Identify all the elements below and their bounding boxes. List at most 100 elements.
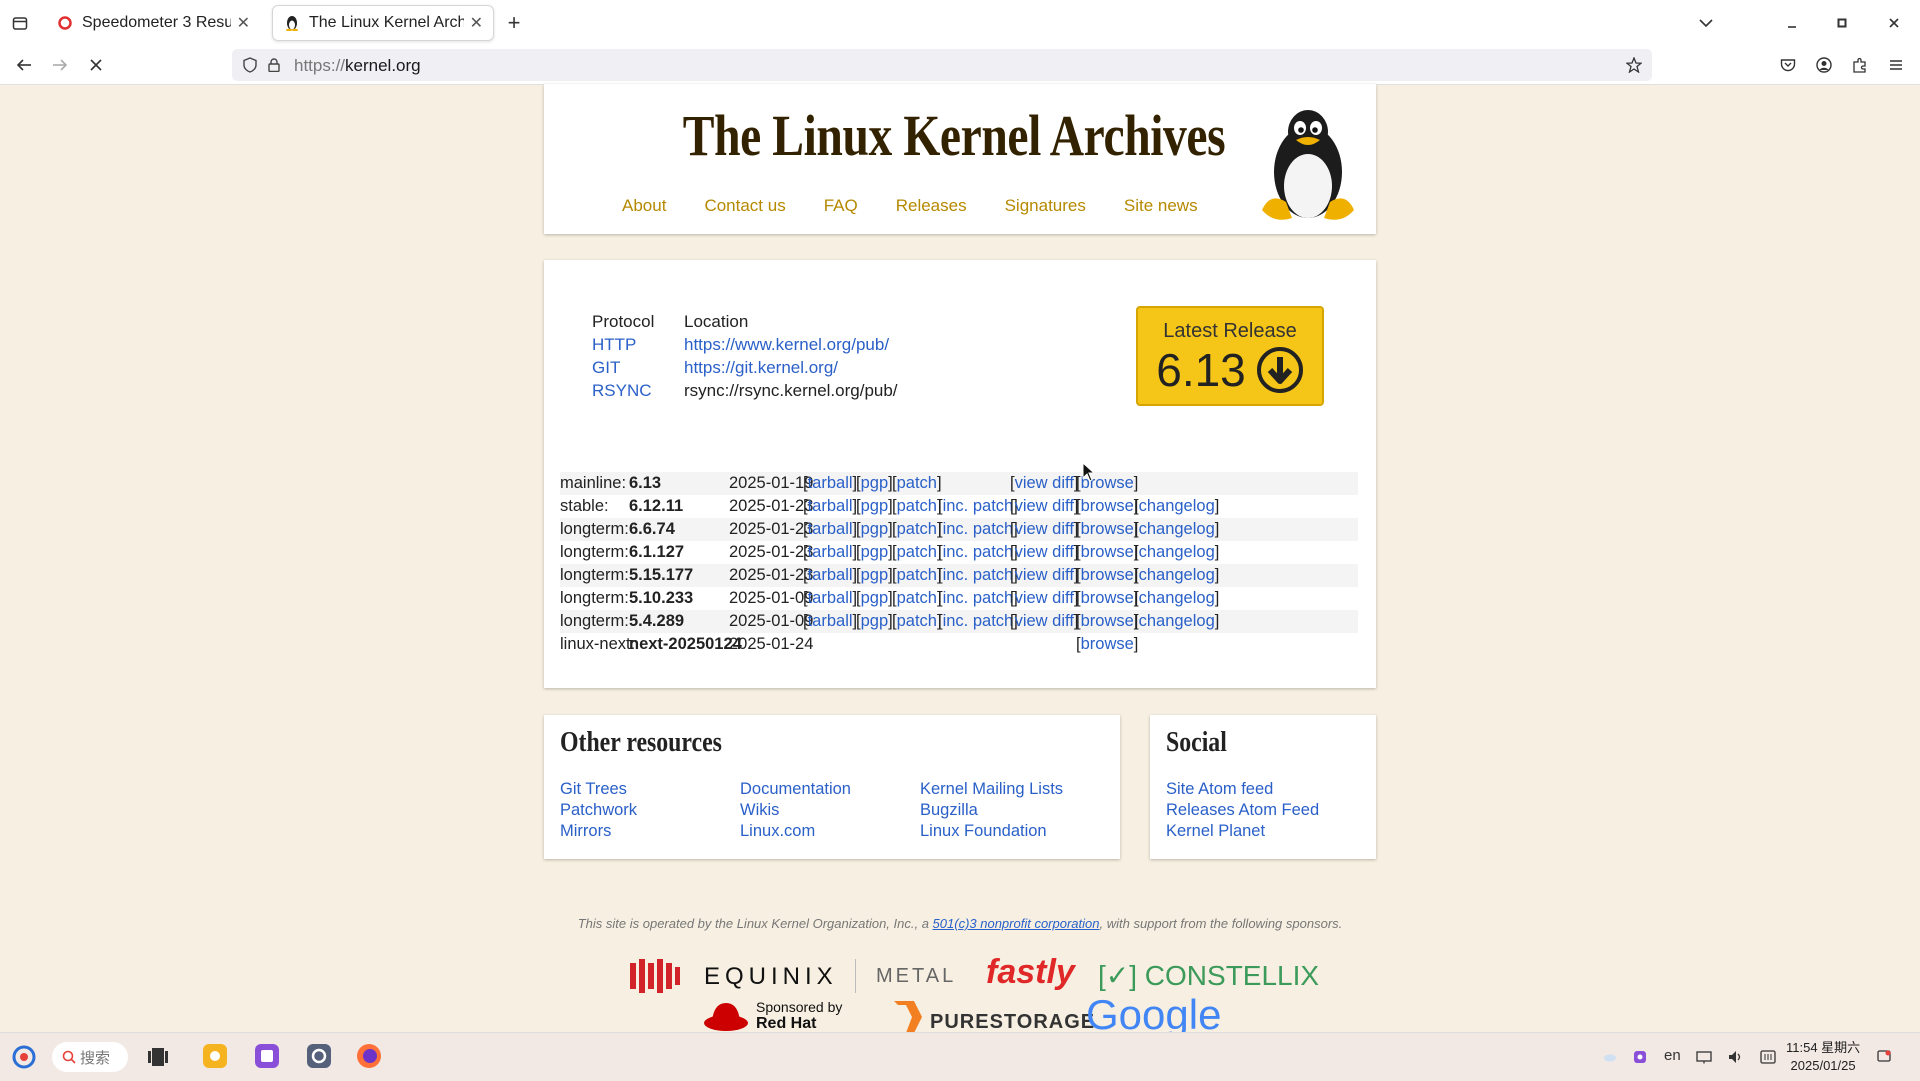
menu-about[interactable]: About	[622, 196, 666, 216]
release-link-changelog[interactable]: changelog	[1139, 520, 1215, 538]
close-tab-icon[interactable]: ✕	[237, 13, 250, 33]
link-bugzilla[interactable]: Bugzilla	[920, 800, 1063, 821]
sponsor-constellix[interactable]: [✓] CONSTELLIX	[1098, 959, 1319, 992]
release-link-changelog[interactable]: changelog	[1139, 497, 1215, 515]
sponsor-metal[interactable]: METAL	[876, 965, 956, 988]
maximize-icon[interactable]	[1830, 11, 1854, 35]
app-icon-1[interactable]	[200, 1041, 230, 1071]
protocol-rsync[interactable]: RSYNC	[592, 381, 684, 401]
release-link-patch[interactable]: patch	[897, 520, 937, 538]
close-window-icon[interactable]	[1882, 11, 1906, 35]
release-link-browse[interactable]: browse	[1081, 612, 1134, 630]
release-link-pgp[interactable]: pgp	[861, 520, 889, 538]
release-link-patch[interactable]: patch	[897, 589, 937, 607]
release-link-view-diff[interactable]: view diff	[1015, 520, 1074, 538]
release-link-browse[interactable]: browse	[1081, 543, 1134, 561]
weather-tray-icon[interactable]	[1600, 1047, 1620, 1067]
release-link-view-diff[interactable]: view diff	[1015, 612, 1074, 630]
tracking-shield-icon[interactable]	[240, 55, 260, 75]
stop-loading-icon[interactable]	[84, 53, 108, 77]
extensions-icon[interactable]	[1848, 53, 1872, 77]
multitask-view-icon[interactable]	[144, 1043, 172, 1071]
release-link-view-diff[interactable]: view diff	[1015, 589, 1074, 607]
release-link-pgp[interactable]: pgp	[861, 566, 889, 584]
release-link-tarball[interactable]: tarball	[808, 612, 853, 630]
release-link-changelog[interactable]: changelog	[1139, 566, 1215, 584]
account-icon[interactable]	[1812, 53, 1836, 77]
release-link-browse[interactable]: browse	[1081, 635, 1134, 653]
release-link-tarball[interactable]: tarball	[808, 474, 853, 492]
minimize-icon[interactable]	[1780, 11, 1804, 35]
bookmark-star-icon[interactable]	[1624, 55, 1644, 75]
release-link-browse[interactable]: browse	[1081, 497, 1134, 515]
release-link-view-diff[interactable]: view diff	[1015, 474, 1074, 492]
link-releases-atom-feed[interactable]: Releases Atom Feed	[1166, 800, 1319, 821]
tab-list-icon[interactable]	[8, 11, 32, 35]
input-language[interactable]: en	[1664, 1047, 1681, 1064]
release-link-view-diff[interactable]: view diff	[1015, 543, 1074, 561]
new-tab-icon[interactable]: +	[502, 10, 526, 35]
release-link-tarball[interactable]: tarball	[808, 543, 853, 561]
link-patchwork[interactable]: Patchwork	[560, 800, 637, 821]
release-link-inc-patch[interactable]: inc. patch	[943, 520, 1014, 538]
release-link-changelog[interactable]: changelog	[1139, 589, 1215, 607]
release-link-browse[interactable]: browse	[1081, 520, 1134, 538]
link-linux-com[interactable]: Linux.com	[740, 821, 851, 842]
list-all-tabs-icon[interactable]	[1694, 11, 1718, 35]
release-link-pgp[interactable]: pgp	[861, 612, 889, 630]
menu-contact[interactable]: Contact us	[704, 196, 785, 216]
link-linux-foundation[interactable]: Linux Foundation	[920, 821, 1063, 842]
volume-icon[interactable]	[1726, 1047, 1746, 1067]
release-link-changelog[interactable]: changelog	[1139, 543, 1215, 561]
menu-faq[interactable]: FAQ	[824, 196, 858, 216]
location-http[interactable]: https://www.kernel.org/pub/	[684, 335, 889, 355]
app-icon-2[interactable]	[252, 1041, 282, 1071]
close-tab-icon[interactable]: ✕	[470, 13, 483, 33]
release-link-patch[interactable]: patch	[897, 474, 937, 492]
start-menu-icon[interactable]	[10, 1043, 38, 1071]
sponsor-redhat[interactable]: Red Hat	[756, 1015, 816, 1033]
taskbar-clock[interactable]: 11:54 星期六 2025/01/25	[1786, 1039, 1860, 1075]
link-wikis[interactable]: Wikis	[740, 800, 851, 821]
release-link-tarball[interactable]: tarball	[808, 520, 853, 538]
sponsor-equinix[interactable]: EQUINIX	[704, 963, 838, 991]
screen-recorder-icon[interactable]	[1630, 1047, 1650, 1067]
release-link-patch[interactable]: patch	[897, 543, 937, 561]
release-link-browse[interactable]: browse	[1081, 566, 1134, 584]
network-icon[interactable]	[1694, 1047, 1714, 1067]
release-link-tarball[interactable]: tarball	[808, 589, 853, 607]
pocket-icon[interactable]	[1776, 53, 1800, 77]
firefox-icon[interactable]	[354, 1041, 384, 1071]
release-link-pgp[interactable]: pgp	[861, 474, 889, 492]
notification-icon[interactable]	[1874, 1047, 1894, 1067]
release-link-view-diff[interactable]: view diff	[1015, 497, 1074, 515]
settings-icon[interactable]	[304, 1041, 334, 1071]
link-git-trees[interactable]: Git Trees	[560, 779, 637, 800]
lock-icon[interactable]	[264, 55, 284, 75]
protocol-http[interactable]: HTTP	[592, 335, 684, 355]
url-text[interactable]: https://kernel.org	[294, 56, 421, 76]
release-link-inc-patch[interactable]: inc. patch	[943, 612, 1014, 630]
nonprofit-link[interactable]: 501(c)3 nonprofit corporation	[933, 916, 1100, 931]
release-link-pgp[interactable]: pgp	[861, 543, 889, 561]
release-link-inc-patch[interactable]: inc. patch	[943, 566, 1014, 584]
location-git[interactable]: https://git.kernel.org/	[684, 358, 838, 378]
app-menu-icon[interactable]	[1884, 53, 1908, 77]
keyboard-icon[interactable]	[1758, 1047, 1778, 1067]
release-link-patch[interactable]: patch	[897, 497, 937, 515]
sponsor-purestorage[interactable]: PURESTORAGE	[930, 1011, 1095, 1034]
release-link-patch[interactable]: patch	[897, 612, 937, 630]
release-link-inc-patch[interactable]: inc. patch	[943, 589, 1014, 607]
menu-signatures[interactable]: Signatures	[1005, 196, 1086, 216]
release-link-browse[interactable]: browse	[1081, 589, 1134, 607]
release-link-pgp[interactable]: pgp	[861, 589, 889, 607]
link-site-atom-feed[interactable]: Site Atom feed	[1166, 779, 1319, 800]
forward-icon[interactable]	[48, 53, 72, 77]
link-documentation[interactable]: Documentation	[740, 779, 851, 800]
release-link-tarball[interactable]: tarball	[808, 497, 853, 515]
release-link-inc-patch[interactable]: inc. patch	[943, 497, 1014, 515]
menu-releases[interactable]: Releases	[896, 196, 967, 216]
sponsor-fastly[interactable]: fastly	[986, 953, 1075, 992]
tab-kernel[interactable]: The Linux Kernel Archive ✕	[272, 5, 494, 41]
tab-speedometer[interactable]: Speedometer 3 Results S ✕	[46, 5, 260, 41]
